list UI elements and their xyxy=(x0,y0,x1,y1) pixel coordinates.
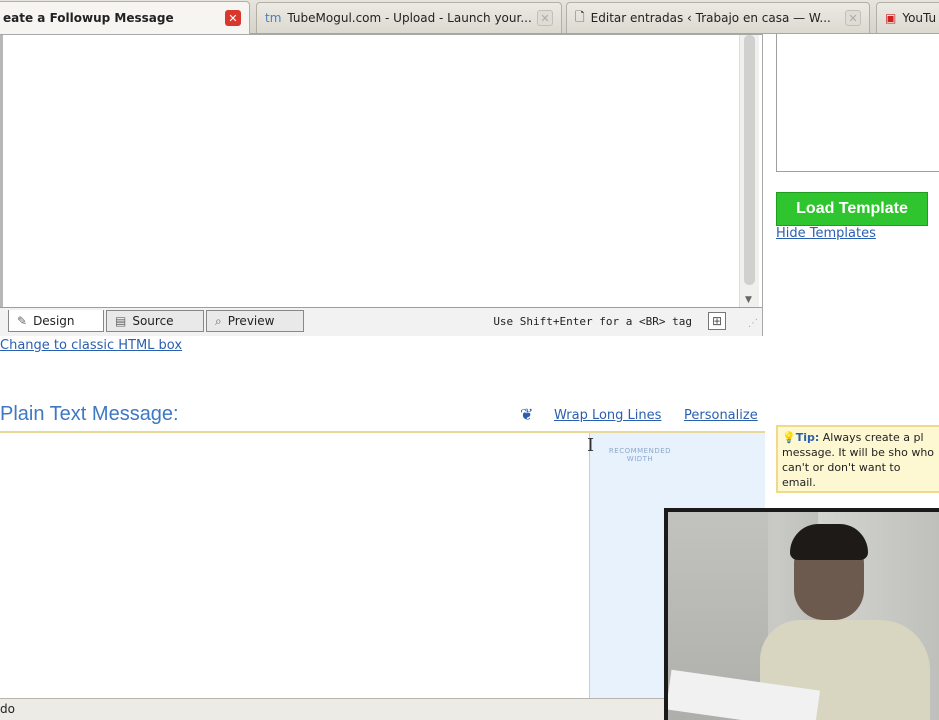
personalize-link[interactable]: Personalize xyxy=(684,408,758,423)
pencil-icon: ✎ xyxy=(17,313,28,328)
tab-title: Editar entradas ‹ Trabajo en casa — W... xyxy=(590,11,831,25)
wrap-long-lines-link[interactable]: Wrap Long Lines xyxy=(554,408,661,423)
editor-toolbar: ✎ Design ▤ Source ⌕ Preview Use Shift+En… xyxy=(0,307,762,336)
close-icon[interactable]: ✕ xyxy=(845,10,861,26)
hide-templates-link[interactable]: Hide Templates xyxy=(776,226,876,241)
close-icon[interactable]: ✕ xyxy=(537,10,553,26)
text-cursor-icon: I xyxy=(587,435,595,456)
tab-title: eate a Followup Message xyxy=(3,11,174,25)
tab-preview-label: Preview xyxy=(227,314,275,328)
wrap-lines-icon[interactable]: ❦ xyxy=(520,405,533,424)
tip-label: Tip: xyxy=(795,431,820,444)
webcam-overlay xyxy=(664,508,939,720)
shift-enter-hint: Use Shift+Enter for a <BR> tag xyxy=(493,315,692,328)
tab-source[interactable]: ▤ Source xyxy=(106,310,204,332)
tab-tubemogul[interactable]: tm TubeMogul.com - Upload - Launch your.… xyxy=(256,2,562,33)
youtube-icon: ▣ xyxy=(885,11,897,25)
expand-icon[interactable]: ⊞ xyxy=(708,312,726,330)
scrollbar-thumb[interactable] xyxy=(744,35,755,285)
recommended-width-label: RECOMMENDED WIDTH xyxy=(608,447,672,463)
editor-scrollbar[interactable]: ▼ xyxy=(739,35,759,307)
load-template-button[interactable]: Load Template xyxy=(776,192,928,226)
tab-preview[interactable]: ⌕ Preview xyxy=(206,310,304,332)
plain-text-title: Plain Text Message: xyxy=(0,403,179,425)
resize-grip-icon[interactable]: ⋰ xyxy=(748,318,758,329)
tab-source-label: Source xyxy=(132,314,174,328)
lightbulb-icon: 💡 xyxy=(782,431,796,444)
tab-design-label: Design xyxy=(33,313,75,328)
plain-text-input[interactable]: RECOMMENDED WIDTH I xyxy=(0,431,765,698)
tab-youtube[interactable]: ▣ YouTu xyxy=(876,2,939,33)
classic-html-link[interactable]: Change to classic HTML box xyxy=(0,338,182,353)
webcam-video xyxy=(668,512,939,720)
magnifier-icon: ⌕ xyxy=(215,313,222,328)
tab-editar-entradas[interactable]: 🗋 Editar entradas ‹ Trabajo en casa — W.… xyxy=(566,2,870,33)
tip-box: 💡Tip: Always create a pl message. It wil… xyxy=(776,425,939,493)
tm-favicon-icon: tm xyxy=(265,11,282,25)
html-editor-content[interactable] xyxy=(0,35,739,307)
scroll-down-icon[interactable]: ▼ xyxy=(745,295,752,305)
webcam-person-hair xyxy=(790,524,868,560)
document-icon: 🗋 xyxy=(575,9,585,24)
close-icon[interactable]: ✕ xyxy=(225,10,241,26)
html-editor: ▼ ✎ Design ▤ Source ⌕ Preview Use Shift+… xyxy=(0,34,763,336)
tab-title: TubeMogul.com - Upload - Launch your... xyxy=(287,11,531,25)
template-list[interactable] xyxy=(776,34,939,172)
browser-tab-bar: eate a Followup Message ✕ tm TubeMogul.c… xyxy=(0,0,939,34)
code-icon: ▤ xyxy=(115,314,127,328)
tab-title: YouTu xyxy=(902,11,937,25)
tab-create-followup[interactable]: eate a Followup Message ✕ xyxy=(0,1,250,34)
tab-design[interactable]: ✎ Design xyxy=(8,310,104,332)
status-text: do xyxy=(0,702,15,716)
